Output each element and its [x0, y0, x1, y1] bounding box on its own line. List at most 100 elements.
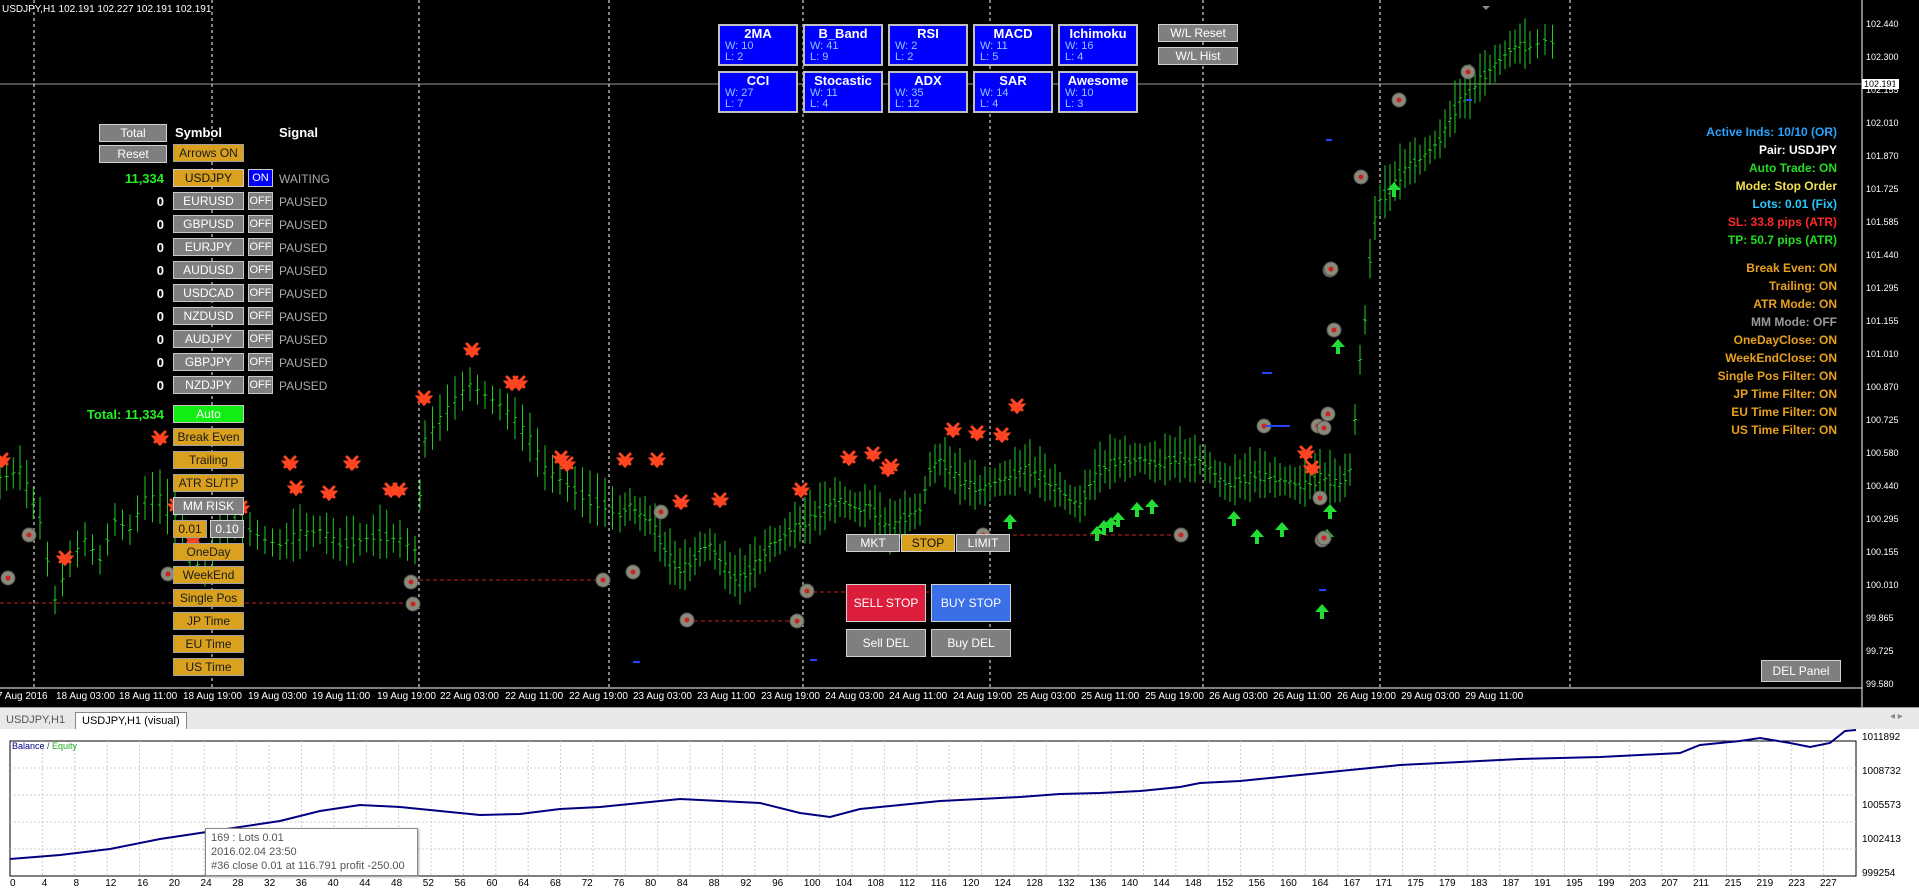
sell-arrow	[286, 480, 306, 497]
symbol-button[interactable]: USDCAD	[173, 284, 244, 302]
position-marker-dot	[1321, 425, 1327, 431]
equity-x-tick: 128	[1026, 878, 1043, 889]
indicator-box[interactable]: MACD W: 11 L: 5	[973, 24, 1053, 66]
position-marker-dot	[1396, 97, 1402, 103]
symbol-button[interactable]: GBPJPY	[173, 353, 244, 371]
symbol-button[interactable]: USDJPY	[173, 169, 244, 187]
sell-arrow	[647, 452, 667, 469]
symbol-pnl: 0	[156, 332, 164, 347]
equity-x-tick: 64	[518, 878, 530, 889]
equity-x-tick: 227	[1820, 878, 1837, 889]
equity-x-tick: 219	[1756, 878, 1774, 889]
symbol-toggle[interactable]: OFF	[248, 330, 273, 348]
lot-size-fixed-button[interactable]: 0.01	[173, 520, 207, 538]
scroll-arrows[interactable]: ◂ ▸	[1890, 711, 1903, 722]
indicator-name: B_Band	[818, 26, 868, 41]
chart-tabs: USDJPY,H1 USDJPY,H1 (visual) ◂ ▸	[0, 707, 1919, 729]
sell-arrow	[671, 494, 691, 511]
stop-order-button[interactable]: STOP	[901, 534, 955, 552]
auto-trade-button[interactable]: Auto	[173, 405, 244, 423]
symbol-button[interactable]: NZDUSD	[173, 307, 244, 325]
indicator-losses: L: 3	[1065, 98, 1084, 110]
symbol-toggle[interactable]: ON	[248, 169, 273, 187]
symbol-button[interactable]: AUDUSD	[173, 261, 244, 279]
symbol-toggle[interactable]: OFF	[248, 192, 273, 210]
symbol-toggle[interactable]: OFF	[248, 284, 273, 302]
symbol-toggle[interactable]: OFF	[248, 307, 273, 325]
sell-arrow	[509, 375, 529, 392]
symbol-button[interactable]: EURUSD	[173, 192, 244, 210]
indicator-losses: L: 2	[895, 51, 914, 63]
buy-arrow	[1145, 499, 1159, 514]
price-tick: 101.725	[1866, 184, 1899, 194]
indicator-box[interactable]: Stocastic W: 11 L: 4	[803, 71, 883, 113]
tab-usdjpy-h1[interactable]: USDJPY,H1	[0, 712, 71, 729]
reset-button[interactable]: Reset	[99, 145, 167, 163]
position-marker-dot	[600, 577, 606, 583]
wl-reset-button[interactable]: W/L Reset	[1158, 24, 1238, 42]
buy-arrow	[1227, 511, 1241, 526]
equity-x-tick: 40	[327, 878, 339, 889]
symbol-toggle[interactable]: OFF	[248, 353, 273, 371]
wl-hist-button[interactable]: W/L Hist	[1158, 47, 1238, 65]
indicator-box[interactable]: RSI W: 2 L: 2	[888, 24, 968, 66]
position-marker-dot	[1325, 411, 1331, 417]
sell-delete-button[interactable]: Sell DEL	[846, 629, 926, 657]
buy-delete-button[interactable]: Buy DEL	[931, 629, 1011, 657]
market-order-button[interactable]: MKT	[846, 534, 900, 552]
position-marker-dot	[410, 601, 416, 607]
indicator-name: CCI	[746, 73, 770, 88]
status-line: TP: 50.7 pips (ATR)	[1727, 233, 1837, 247]
time-tick: 25 Aug 03:00	[1017, 691, 1076, 702]
trailing-button[interactable]: Trailing	[173, 451, 244, 469]
symbol-toggle[interactable]: OFF	[248, 261, 273, 279]
symbol-pnl: 0	[156, 217, 164, 232]
time-tick: 7 Aug 2016	[0, 691, 48, 702]
atr-sltp-button[interactable]: ATR SL/TP	[173, 474, 244, 492]
buy-stop-button[interactable]: BUY STOP	[931, 584, 1011, 622]
indicator-box[interactable]: Awesome W: 10 L: 3	[1058, 71, 1138, 113]
eu-time-button[interactable]: EU Time	[173, 635, 244, 653]
single-pos-button[interactable]: Single Pos	[173, 589, 244, 607]
price-chart[interactable]: USDJPY,H1 102.191 102.227 102.191 102.19…	[0, 0, 1919, 707]
indicator-box[interactable]: 2MA W: 10 L: 2	[718, 24, 798, 66]
symbol-button[interactable]: AUDJPY	[173, 330, 244, 348]
indicator-box[interactable]: SAR W: 14 L: 4	[973, 71, 1053, 113]
status-line: WeekEndClose: ON	[1725, 351, 1837, 365]
break-even-button[interactable]: Break Even	[173, 428, 244, 446]
limit-order-button[interactable]: LIMIT	[956, 534, 1010, 552]
indicator-box[interactable]: B_Band W: 41 L: 9	[803, 24, 883, 66]
del-panel-button[interactable]: DEL Panel	[1761, 660, 1841, 682]
equity-x-tick: 148	[1184, 878, 1202, 889]
symbol-toggle[interactable]: OFF	[248, 215, 273, 233]
indicator-box[interactable]: Ichimoku W: 16 L: 4	[1058, 24, 1138, 66]
symbol-button[interactable]: GBPUSD	[173, 215, 244, 233]
jp-time-button[interactable]: JP Time	[173, 612, 244, 630]
symbol-signal: PAUSED	[279, 310, 328, 324]
weekend-button[interactable]: WeekEnd	[173, 566, 244, 584]
price-tick: 99.725	[1866, 646, 1894, 656]
sell-stop-button[interactable]: SELL STOP	[846, 584, 926, 622]
tab-usdjpy-h1-visual[interactable]: USDJPY,H1 (visual)	[75, 712, 187, 729]
symbol-toggle[interactable]: OFF	[248, 376, 273, 394]
symbol-button[interactable]: EURJPY	[173, 238, 244, 256]
position-marker-dot	[1321, 535, 1327, 541]
total-pnl: Total: 11,334	[86, 407, 164, 422]
sell-arrow	[1296, 445, 1316, 462]
indicator-box[interactable]: ADX W: 35 L: 12	[888, 71, 968, 113]
price-tick: 100.295	[1866, 514, 1899, 524]
equity-x-tick: 164	[1311, 878, 1329, 889]
equity-x-tick: 92	[740, 878, 752, 889]
price-tick: 101.585	[1866, 217, 1899, 227]
oneday-button[interactable]: OneDay	[173, 543, 244, 561]
total-button[interactable]: Total	[99, 124, 167, 142]
symbol-toggle[interactable]: OFF	[248, 238, 273, 256]
mm-risk-button[interactable]: MM RISK	[173, 497, 244, 515]
sell-arrow	[992, 427, 1012, 444]
arrows-toggle-button[interactable]: Arrows ON	[173, 144, 244, 162]
indicator-box[interactable]: CCI W: 27 L: 7	[718, 71, 798, 113]
lot-size-risk-button[interactable]: 0.10	[210, 520, 244, 538]
us-time-button[interactable]: US Time	[173, 658, 244, 676]
indicator-losses: L: 12	[895, 98, 920, 110]
symbol-button[interactable]: NZDJPY	[173, 376, 244, 394]
